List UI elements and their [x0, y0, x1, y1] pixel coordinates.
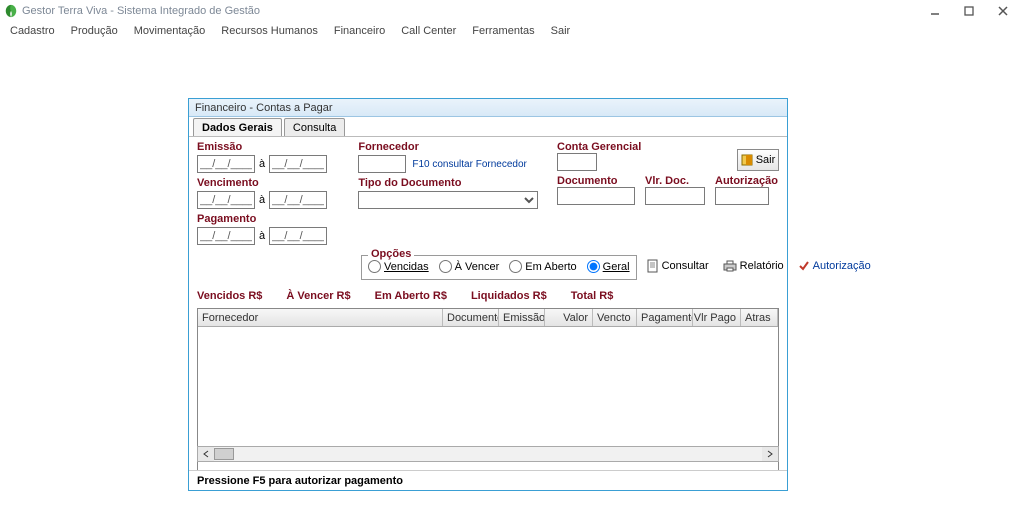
label-autorizacao: Autorização: [715, 175, 779, 187]
label-vencimento: Vencimento: [197, 177, 344, 189]
menu-rh[interactable]: Recursos Humanos: [213, 25, 326, 37]
menu-movimentacao[interactable]: Movimentação: [126, 25, 214, 37]
menu-callcenter[interactable]: Call Center: [393, 25, 464, 37]
total-emaberto: Em Aberto R$: [375, 290, 447, 302]
scroll-right-arrow[interactable]: [762, 447, 778, 461]
tabs-row: Dados Gerais Consulta: [189, 117, 787, 137]
minimize-button[interactable]: [918, 0, 952, 22]
statusbar: Pressione F5 para autorizar pagamento: [189, 470, 787, 490]
opcoes-legend: Opções: [368, 248, 414, 260]
total-avencer: À Vencer R$: [286, 290, 350, 302]
menu-ferramentas[interactable]: Ferramentas: [464, 25, 542, 37]
label-pagamento: Pagamento: [197, 213, 344, 225]
gh-fornecedor[interactable]: Fornecedor: [198, 309, 443, 326]
vencimento-to[interactable]: [269, 191, 327, 209]
contas-a-pagar-window: Financeiro - Contas a Pagar Dados Gerais…: [188, 98, 788, 491]
documento-input[interactable]: [557, 187, 635, 205]
chevron-left-icon: [202, 450, 210, 458]
tipo-doc-select[interactable]: [358, 191, 538, 209]
relatorio-label: Relatório: [740, 260, 784, 272]
gh-documento[interactable]: Documento: [443, 309, 499, 326]
label-documento: Documento: [557, 175, 637, 187]
gh-vlrpago[interactable]: Vlr Pago: [693, 309, 741, 326]
gh-valor[interactable]: Valor: [545, 309, 593, 326]
printer-icon: [723, 260, 737, 272]
radio-emaberto[interactable]: Em Aberto: [509, 260, 576, 273]
app-titlebar: Gestor Terra Viva - Sistema Integrado de…: [0, 0, 1024, 22]
close-button[interactable]: [986, 0, 1020, 22]
autorizacao-input[interactable]: [715, 187, 769, 205]
radio-avencer[interactable]: À Vencer: [439, 260, 500, 273]
emissao-to[interactable]: [269, 155, 327, 173]
document-icon: [647, 259, 659, 273]
menu-financeiro[interactable]: Financeiro: [326, 25, 393, 37]
conta-gerencial-input[interactable]: [557, 153, 597, 171]
main-menubar: Cadastro Produção Movimentação Recursos …: [0, 22, 1024, 40]
form-area: Emissão à Vencimento à Pagamento à: [189, 137, 787, 280]
app-icon: [4, 4, 18, 18]
label-a-3: à: [255, 230, 269, 242]
relatorio-button[interactable]: Relatório: [719, 258, 788, 274]
consultar-label: Consultar: [662, 260, 709, 272]
autorizacao-label: Autorização: [813, 260, 871, 272]
sair-button[interactable]: Sair: [737, 149, 779, 171]
check-icon: [798, 260, 810, 272]
tab-dados-gerais[interactable]: Dados Gerais: [193, 118, 282, 136]
sair-label: Sair: [756, 154, 776, 166]
opcoes-group: Opções Vencidas À Vencer Em Aberto Geral: [361, 255, 637, 280]
menu-sair[interactable]: Sair: [543, 25, 579, 37]
total-geral: Total R$: [571, 290, 614, 302]
pagamento-from[interactable]: [197, 227, 255, 245]
scroll-thumb[interactable]: [214, 448, 234, 460]
label-tipo-doc: Tipo do Documento: [358, 177, 543, 189]
hint-f10: F10 consultar Fornecedor: [412, 159, 527, 170]
grid-horizontal-scrollbar[interactable]: [197, 446, 779, 462]
chevron-right-icon: [766, 450, 774, 458]
radio-geral[interactable]: Geral: [587, 260, 630, 273]
menu-cadastro[interactable]: Cadastro: [2, 25, 63, 37]
label-a-1: à: [255, 158, 269, 170]
label-fornecedor: Fornecedor: [358, 141, 543, 153]
maximize-button[interactable]: [952, 0, 986, 22]
total-liquidados: Liquidados R$: [471, 290, 547, 302]
consultar-button[interactable]: Consultar: [643, 257, 713, 275]
app-title: Gestor Terra Viva - Sistema Integrado de…: [22, 5, 260, 17]
pagamento-to[interactable]: [269, 227, 327, 245]
gh-emissao[interactable]: Emissão: [499, 309, 545, 326]
menu-producao[interactable]: Produção: [63, 25, 126, 37]
scroll-left-arrow[interactable]: [198, 447, 214, 461]
total-vencidos: Vencidos R$: [197, 290, 262, 302]
gh-vencto[interactable]: Vencto: [593, 309, 637, 326]
vlr-doc-input[interactable]: [645, 187, 705, 205]
label-conta-gerencial: Conta Gerencial: [557, 141, 647, 153]
label-emissao: Emissão: [197, 141, 344, 153]
label-a-2: à: [255, 194, 269, 206]
fornecedor-input[interactable]: [358, 155, 406, 173]
exit-icon: [741, 154, 753, 166]
statusbar-text: Pressione F5 para autorizar pagamento: [197, 475, 403, 487]
tab-consulta[interactable]: Consulta: [284, 118, 345, 136]
totals-row: Vencidos R$ À Vencer R$ Em Aberto R$ Liq…: [189, 280, 787, 308]
emissao-from[interactable]: [197, 155, 255, 173]
autorizacao-button[interactable]: Autorização: [794, 258, 875, 274]
vencimento-from[interactable]: [197, 191, 255, 209]
label-vlr-doc: Vlr. Doc.: [645, 175, 707, 187]
inner-window-title: Financeiro - Contas a Pagar: [189, 99, 787, 117]
radio-vencidas[interactable]: Vencidas: [368, 260, 429, 273]
gh-pagamento[interactable]: Pagamento: [637, 309, 693, 326]
gh-atras[interactable]: Atras: [741, 309, 778, 326]
grid-header-row: Fornecedor Documento Emissão Valor Venct…: [198, 309, 778, 327]
